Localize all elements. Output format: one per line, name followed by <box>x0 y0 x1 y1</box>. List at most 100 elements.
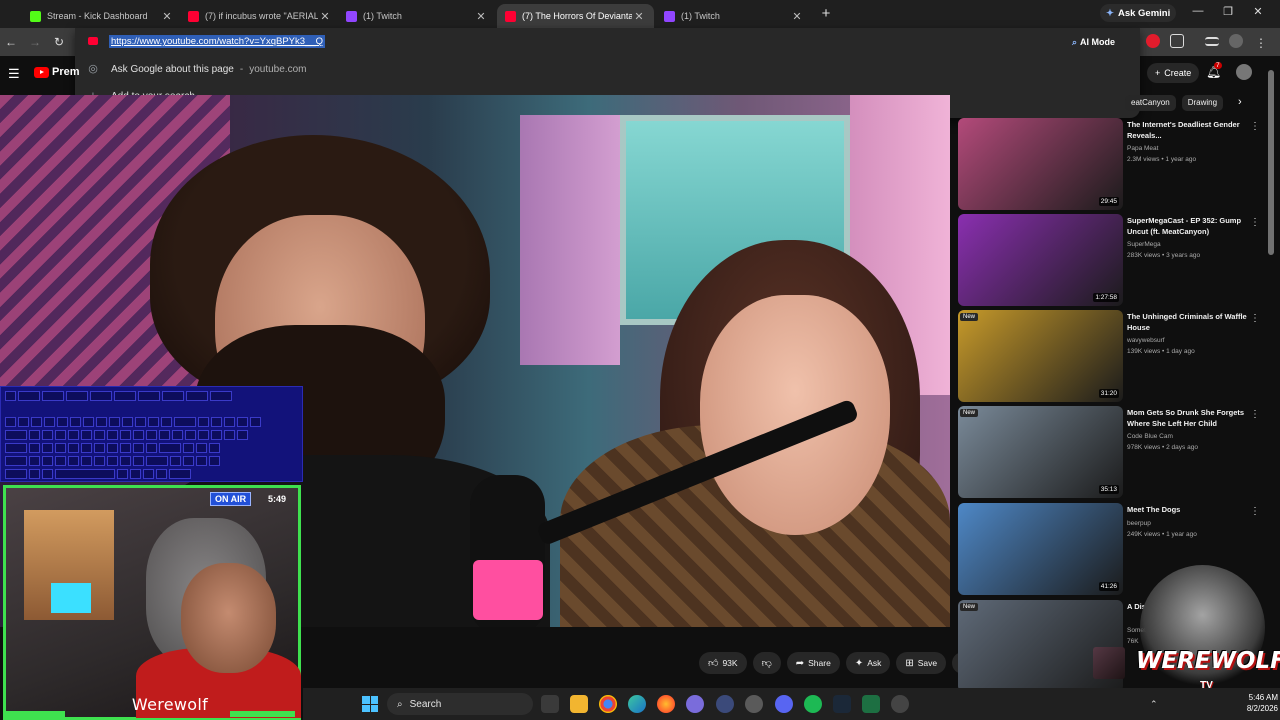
video-thumbnail[interactable]: New 31:20 <box>958 310 1123 402</box>
file-explorer-icon[interactable] <box>570 695 588 713</box>
recommendation-card[interactable]: 1:27:58 SuperMegaCast - EP 352: Gump Uncu… <box>958 214 1268 306</box>
more-options-icon[interactable]: ⋮ <box>1250 313 1260 324</box>
tab-title: (1) Twitch <box>363 11 402 21</box>
channel-name[interactable]: beerpup <box>1127 520 1151 527</box>
ask-gemini-button[interactable]: ✦ Ask Gemini <box>1100 4 1177 22</box>
save-button[interactable]: ⊞ Save <box>896 652 947 674</box>
video-title[interactable]: Mom Gets So Drunk She Forgets Where She … <box>1127 408 1253 429</box>
close-icon[interactable]: ✕ <box>790 10 804 23</box>
video-thumbnail[interactable]: New 35:13 <box>958 406 1123 498</box>
chrome-icon[interactable] <box>599 695 617 713</box>
chevron-right-icon[interactable]: › <box>1238 96 1242 108</box>
video-thumbnail[interactable]: 1:27:58 <box>958 214 1123 306</box>
reload-icon[interactable]: ↻ <box>51 34 67 50</box>
video-duration: 1:27:58 <box>1093 293 1119 302</box>
close-icon[interactable]: ✕ <box>632 10 646 23</box>
tab-title: (1) Twitch <box>681 11 720 21</box>
video-title[interactable]: The Internet's Deadliest Gender Reveals.… <box>1127 120 1253 141</box>
tab-twitch-1[interactable]: (1) Twitch ✕ <box>338 4 496 28</box>
tray-chevron-icon[interactable]: ⌃ <box>1150 699 1158 710</box>
excel-icon[interactable] <box>862 695 880 713</box>
channel-name[interactable]: Code Blue Cam <box>1127 433 1173 440</box>
recommendation-card[interactable]: 29:45 The Internet's Deadliest Gender Rev… <box>958 118 1268 210</box>
profile-avatar-icon[interactable] <box>1229 34 1243 48</box>
close-icon[interactable]: ✕ <box>474 10 488 23</box>
create-button[interactable]: + Create <box>1147 63 1200 83</box>
close-icon[interactable]: ✕ <box>160 10 174 23</box>
firefox-icon[interactable] <box>657 695 675 713</box>
dislike-icon: 👎︎ <box>761 658 772 669</box>
video-title[interactable]: SuperMegaCast - EP 352: Gump Uncut (ft. … <box>1127 216 1253 237</box>
extension-icon[interactable] <box>1146 34 1160 48</box>
suggestion-separator: - <box>239 63 244 75</box>
more-options-icon[interactable]: ⋮ <box>1250 409 1260 420</box>
taskbar-search[interactable]: ⌕ Search <box>387 693 533 715</box>
tab-youtube-incubus[interactable]: (7) if incubus wrote "AERIALS" ✕ <box>180 4 340 28</box>
discord-icon[interactable] <box>775 695 793 713</box>
channel-name[interactable]: wavywebsurf <box>1127 337 1165 344</box>
youtube-premium-logo[interactable]: Prem <box>34 66 80 78</box>
tab-twitch-2[interactable]: (1) Twitch ✕ <box>656 4 812 28</box>
close-icon[interactable]: ✕ <box>318 10 332 23</box>
app-icon[interactable] <box>686 695 704 713</box>
maximize-icon[interactable]: ❐ <box>1216 5 1240 18</box>
media-player-icon[interactable] <box>891 695 909 713</box>
video-title[interactable]: Meet The Dogs <box>1127 505 1253 516</box>
video-meta: 76K <box>1127 638 1139 645</box>
taskbar-clock[interactable]: 5:46 AM 8/2/2026 <box>1222 692 1278 714</box>
tab-youtube-deviantart[interactable]: (7) The Horrors Of Deviantart w ✕ <box>497 4 654 28</box>
channel-name[interactable]: SuperMega <box>1127 241 1161 248</box>
ask-button[interactable]: ✦ Ask <box>845 652 891 674</box>
video-action-bar: 👍︎ 93K 👎︎ ➦ Share ✦ Ask ⊞ Save ⋯ <box>699 652 975 674</box>
like-button[interactable]: 👍︎ 93K <box>699 652 747 674</box>
suggestion-ask-google[interactable]: ◎ Ask Google about this page - youtube.c… <box>75 56 1140 82</box>
account-avatar[interactable] <box>1236 64 1252 80</box>
app-icon[interactable] <box>716 695 734 713</box>
like-icon: 👍︎ <box>708 658 719 669</box>
clock-time: 5:46 AM <box>1248 693 1278 702</box>
ai-mode-button[interactable]: ⌕ AI Mode <box>1072 35 1115 49</box>
video-meta: 978K views • 2 days ago <box>1127 444 1198 451</box>
on-air-badge: ON AIR <box>210 492 252 506</box>
address-bar-url[interactable]: https://www.youtube.com/watch?v=YxqBPYk3… <box>109 35 326 48</box>
window-close-icon[interactable]: ✕ <box>1246 5 1270 18</box>
app-icon[interactable] <box>745 695 763 713</box>
page-scrollbar[interactable] <box>1268 70 1274 255</box>
video-title[interactable]: The Unhinged Criminals of Waffle House <box>1127 312 1253 333</box>
extensions-puzzle-icon[interactable] <box>1170 34 1184 48</box>
forward-icon[interactable]: → <box>27 34 43 50</box>
media-controls-icon[interactable] <box>1205 37 1219 46</box>
chip-meatcanyon[interactable]: eatCanyon <box>1125 95 1176 111</box>
back-icon[interactable]: ← <box>3 34 19 50</box>
video-microphone-tape <box>473 560 543 620</box>
windows-start-icon[interactable] <box>362 696 378 712</box>
video-thumbnail[interactable]: 29:45 <box>958 118 1123 210</box>
keyboard-row <box>5 456 220 466</box>
like-count: 93K <box>722 658 738 668</box>
save-icon: ⊞ <box>905 657 914 669</box>
browser-menu-icon[interactable]: ⋮ <box>1253 35 1269 51</box>
recommendation-card[interactable]: New 31:20 The Unhinged Criminals of Waffle… <box>958 310 1268 402</box>
spotify-icon[interactable] <box>804 695 822 713</box>
video-thumbnail[interactable]: 41:26 <box>958 503 1123 595</box>
recommendation-card[interactable]: New 35:13 Mom Gets So Drunk She Forgets Wh… <box>958 406 1268 498</box>
video-meta: 2.3M views • 1 year ago <box>1127 156 1197 163</box>
share-button[interactable]: ➦ Share <box>786 652 840 674</box>
tab-kick-dashboard[interactable]: Stream - Kick Dashboard ✕ <box>22 4 182 28</box>
more-options-icon[interactable]: ⋮ <box>1250 217 1260 228</box>
hamburger-menu-icon[interactable]: ☰ <box>8 66 20 82</box>
gemini-sparkle-icon: ✦ <box>1106 7 1114 19</box>
new-tab-button[interactable]: + <box>817 5 835 23</box>
minimize-icon[interactable]: — <box>1186 5 1210 17</box>
search-sparkle-icon: ⌕ <box>1072 36 1078 47</box>
dislike-button[interactable]: 👎︎ <box>752 652 781 674</box>
task-view-icon[interactable] <box>541 695 559 713</box>
more-options-icon[interactable]: ⋮ <box>1250 121 1260 132</box>
more-options-icon[interactable]: ⋮ <box>1250 506 1260 517</box>
chip-drawing[interactable]: Drawing <box>1181 95 1224 111</box>
tab-title: Stream - Kick Dashboard <box>47 11 148 21</box>
edge-icon[interactable] <box>628 695 646 713</box>
steam-icon[interactable] <box>833 695 851 713</box>
channel-name[interactable]: Papa Meat <box>1127 145 1158 152</box>
video-meta: 249K views • 1 year ago <box>1127 530 1197 538</box>
